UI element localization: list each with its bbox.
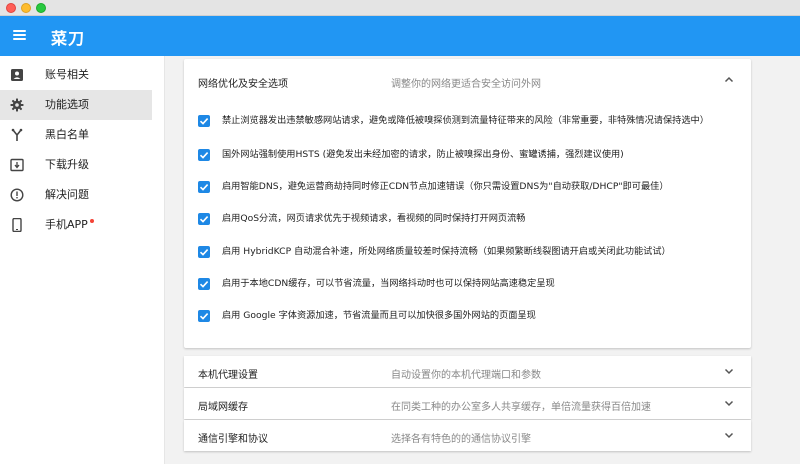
section-title: 局域网缓存 [198,402,248,413]
option-label: 启用 Google 字体资源加速，节省流量而且可以加快很多国外网站的页面呈现 [222,310,536,321]
sidebar: 账号相关 功能选项 黑白名单 下载升级 解决问题 手机APP [0,56,165,464]
option-label: 启用 HybridKCP 自动混合补速，所处网络质量较差时保持流畅（如果频繁断线… [222,246,671,257]
network-security-panel: 网络优化及安全选项 调整你的网络更适合安全访问外网 禁止浏览器发出违禁敏感网站请… [184,59,751,348]
section-description: 选择各有特色的的通信协议引擎 [391,434,531,445]
option-label: 禁止浏览器发出违禁敏感网站请求，避免或降低被嗅探侦测到流量特征带来的风险（非常重… [222,115,709,126]
sidebar-item-label: 黑白名单 [45,128,89,141]
notification-badge [89,219,94,223]
sidebar-item-label: 解决问题 [45,188,89,201]
chevron-up-icon [723,74,735,86]
alert-circle-icon [10,188,24,202]
window-maximize-button[interactable] [36,3,46,13]
checkbox[interactable] [198,278,210,290]
option-label: 启用于本地CDN缓存，可以节省流量，当网络抖动时也可以保持网站高速稳定呈现 [222,278,555,289]
panel-description: 调整你的网络更适合安全访问外网 [391,79,541,90]
account-box-icon [10,68,24,82]
chevron-down-icon [723,365,735,377]
gear-icon [10,98,24,112]
checkbox[interactable] [198,115,210,127]
sidebar-item-label: 账号相关 [45,68,89,81]
chevron-down-icon [723,429,735,441]
checkbox[interactable] [198,246,210,258]
option-label: 启用QoS分流，网页请求优先于视频请求，看视频的同时保持打开网页流畅 [222,213,526,224]
download-box-icon [10,158,24,172]
section-title: 本机代理设置 [198,370,258,381]
checkbox[interactable] [198,181,210,193]
section-description: 在同类工种的办公室多人共享缓存，单倍流量获得百倍加速 [391,402,651,413]
sidebar-item-features[interactable]: 功能选项 [0,90,152,120]
window-titlebar [0,0,800,16]
option-hybridkcp[interactable]: 启用 HybridKCP 自动混合补速，所处网络质量较差时保持流畅（如果频繁断线… [198,245,738,261]
sidebar-item-blacklist[interactable]: 黑白名单 [0,120,152,150]
network-security-panel-header[interactable]: 网络优化及安全选项 调整你的网络更适合安全访问外网 [184,59,751,103]
sidebar-item-label: 下载升级 [45,158,89,171]
option-google-fonts[interactable]: 启用 Google 字体资源加速，节省流量而且可以加快很多国外网站的页面呈现 [198,309,738,325]
sidebar-item-label: 功能选项 [45,98,89,111]
fork-icon [10,128,24,142]
panel-title: 网络优化及安全选项 [198,79,288,90]
checkbox[interactable] [198,149,210,161]
option-label: 启用智能DNS，避免运营商劫持同时修正CDN节点加速错误（你只需设置DNS为"自… [222,181,669,192]
section-lan-cache[interactable]: 局域网缓存 在同类工种的办公室多人共享缓存，单倍流量获得百倍加速 [184,388,751,419]
checkbox[interactable] [198,310,210,322]
sidebar-item-label: 手机APP [45,218,94,232]
chevron-down-icon [723,397,735,409]
section-engine-protocol[interactable]: 通信引擎和协议 选择各有特色的的通信协议引擎 [184,420,751,451]
sidebar-item-troubleshoot[interactable]: 解决问题 [0,180,152,210]
sidebar-item-mobile-app[interactable]: 手机APP [0,210,152,240]
app-title: 菜刀 [51,29,86,48]
sidebar-item-account[interactable]: 账号相关 [0,60,152,90]
hamburger-menu-icon[interactable] [10,24,32,46]
section-title: 通信引擎和协议 [198,434,268,445]
option-label: 国外网站强制使用HSTS (避免发出未经加密的请求，防止被嗅探出身份、蜜罐诱捕，… [222,149,624,160]
section-local-proxy[interactable]: 本机代理设置 自动设置你的本机代理端口和参数 [184,356,751,387]
sidebar-item-download[interactable]: 下载升级 [0,150,152,180]
option-qos[interactable]: 启用QoS分流，网页请求优先于视频请求，看视频的同时保持打开网页流畅 [198,212,738,228]
option-block-sensitive-requests[interactable]: 禁止浏览器发出违禁敏感网站请求，避免或降低被嗅探侦测到流量特征带来的风险（非常重… [198,114,738,130]
app-bar: 菜刀 [0,16,800,56]
option-force-hsts[interactable]: 国外网站强制使用HSTS (避免发出未经加密的请求，防止被嗅探出身份、蜜罐诱捕，… [198,148,738,164]
option-local-cdn-cache[interactable]: 启用于本地CDN缓存，可以节省流量，当网络抖动时也可以保持网站高速稳定呈现 [198,277,738,293]
checkbox[interactable] [198,213,210,225]
phone-icon [10,218,24,232]
main-content: 网络优化及安全选项 调整你的网络更适合安全访问外网 禁止浏览器发出违禁敏感网站请… [165,56,800,464]
window-minimize-button[interactable] [21,3,31,13]
window-close-button[interactable] [6,3,16,13]
section-description: 自动设置你的本机代理端口和参数 [391,370,541,381]
option-smart-dns[interactable]: 启用智能DNS，避免运营商劫持同时修正CDN节点加速错误（你只需设置DNS为"自… [198,180,738,196]
